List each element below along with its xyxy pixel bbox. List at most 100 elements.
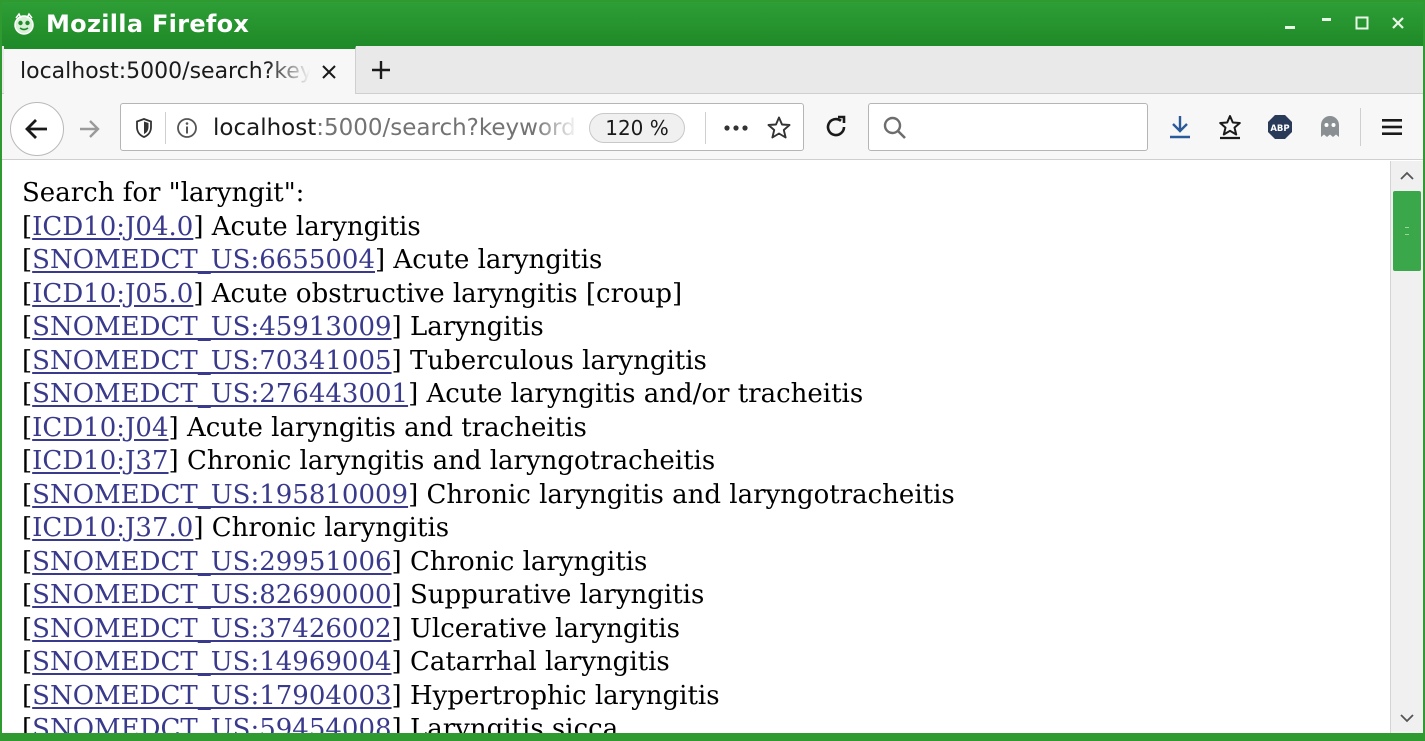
bracket-close: ] [391,345,410,376]
download-icon[interactable] [1164,111,1196,143]
result-label: Acute laryngitis [211,211,421,242]
search-bar[interactable] [868,103,1148,151]
result-label: Tuberculous laryngitis [409,345,707,376]
hamburger-menu-icon[interactable] [1376,111,1408,143]
bracket-open: [ [22,479,33,510]
result-row: [SNOMEDCT_US:59454008] Laryngitis sicca [22,713,1382,733]
result-label: Chronic laryngitis [409,546,648,577]
bracket-open: [ [22,680,33,711]
bracket-open: [ [22,412,33,443]
url-path: :5000/search?keyword=laryngit [316,115,579,141]
result-row: [SNOMEDCT_US:82690000] Suppurative laryn… [22,579,1382,613]
library-star-icon[interactable] [1214,111,1246,143]
scrollbar-grip [1405,227,1409,235]
result-code-link[interactable]: SNOMEDCT_US:82690000 [32,580,391,610]
scroll-down-arrow-icon[interactable] [1391,703,1423,733]
result-code-link[interactable]: ICD10:J37 [32,446,168,476]
minimize-icon[interactable] [1277,8,1303,38]
url-divider [705,112,706,144]
result-label: Suppurative laryngitis [409,580,705,610]
result-row: [SNOMEDCT_US:29951006] Chronic laryngiti… [22,546,1382,580]
url-text[interactable]: localhost:5000/search?keyword=laryngit [213,113,579,143]
back-arrow-icon [25,119,47,139]
new-tab-icon[interactable] [366,55,396,85]
firefox-icon [10,10,38,38]
url-divider [165,112,166,144]
navigation-toolbar: localhost:5000/search?keyword=laryngit 1… [2,94,1423,160]
tab-active[interactable]: localhost:5000/search?keyword=laryngit [4,46,356,94]
vertical-scrollbar[interactable] [1390,161,1423,733]
ghostery-icon[interactable] [1314,111,1346,143]
result-label: Hypertrophic laryngitis [409,680,720,711]
bracket-open: [ [22,345,33,376]
bracket-open: [ [22,211,33,242]
bookmark-star-icon[interactable] [765,114,793,142]
result-row: [SNOMEDCT_US:37426002] Ulcerative laryng… [22,613,1382,647]
result-code-link[interactable]: SNOMEDCT_US:6655004 [32,245,375,275]
search-results: Search for "laryngit": [ICD10:J04.0] Acu… [22,177,1382,733]
scroll-up-arrow-icon[interactable] [1391,161,1423,191]
result-row: [SNOMEDCT_US:195810009] Chronic laryngit… [22,479,1382,513]
result-code-link[interactable]: SNOMEDCT_US:59454008 [32,714,391,733]
result-row: [SNOMEDCT_US:6655004] Acute laryngitis [22,244,1382,278]
bracket-close: ] [193,513,212,543]
result-code-link[interactable]: SNOMEDCT_US:70341005 [32,346,391,376]
bracket-open: [ [22,278,33,309]
result-code-link[interactable]: SNOMEDCT_US:37426002 [32,614,391,644]
result-code-link[interactable]: SNOMEDCT_US:14969004 [32,647,391,677]
title-bar: Mozilla Firefox [2,2,1423,46]
adblock-plus-icon[interactable]: ABP [1264,111,1296,143]
result-code-link[interactable]: SNOMEDCT_US:276443001 [32,379,408,409]
result-label: Acute laryngitis and tracheitis [186,412,587,443]
zoom-level-button[interactable]: 120 % [589,113,685,143]
back-button[interactable] [10,102,64,156]
url-bar[interactable]: localhost:5000/search?keyword=laryngit 1… [120,103,804,151]
bracket-open: [ [22,714,33,733]
result-code-link[interactable]: ICD10:J05.0 [32,279,193,309]
tab-close-icon[interactable] [317,60,341,84]
bracket-open: [ [22,580,33,610]
result-label: Chronic laryngitis and laryngotracheitis [426,479,955,510]
result-row: [ICD10:J37] Chronic laryngitis and laryn… [22,445,1382,479]
result-code-link[interactable]: SNOMEDCT_US:17904003 [32,681,391,711]
maximize-icon[interactable] [1349,8,1375,38]
result-label: Laryngitis sicca [409,714,619,733]
bracket-open: [ [22,513,33,543]
bracket-close: ] [408,379,427,409]
restore-icon[interactable] [1313,8,1339,38]
bracket-close: ] [408,479,427,510]
window-controls [1277,8,1411,38]
browser-window: Mozilla Firefox localhost:5000/search?ke… [0,0,1425,741]
tab-strip: localhost:5000/search?keyword=laryngit [2,46,1423,94]
toolbar-divider [1360,108,1361,146]
result-code-link[interactable]: SNOMEDCT_US:29951006 [32,547,391,577]
scrollbar-thumb[interactable] [1393,191,1421,271]
result-row: [SNOMEDCT_US:45913009] Laryngitis [22,311,1382,345]
reload-icon[interactable] [820,111,852,143]
result-label: Acute laryngitis [393,245,603,275]
bracket-open: [ [22,446,33,476]
result-row: [ICD10:J05.0] Acute obstructive laryngit… [22,278,1382,312]
page-actions-icon[interactable] [721,115,751,141]
result-label: Ulcerative laryngitis [409,613,680,644]
search-input[interactable] [917,112,1137,142]
result-code-link[interactable]: ICD10:J04 [32,413,168,443]
bracket-open: [ [22,312,33,342]
forward-arrow-icon[interactable] [72,111,108,147]
result-code-link[interactable]: ICD10:J04.0 [32,212,193,242]
result-label: Chronic laryngitis [211,513,450,543]
result-label: Acute laryngitis and/or tracheitis [426,379,864,409]
result-code-link[interactable]: SNOMEDCT_US:195810009 [32,480,408,510]
shield-icon[interactable] [133,116,155,140]
bracket-close: ] [391,312,410,342]
result-label: Chronic laryngitis and laryngotracheitis [186,446,716,476]
result-code-link[interactable]: SNOMEDCT_US:45913009 [32,312,391,342]
bracket-open: [ [22,647,33,677]
result-row: [SNOMEDCT_US:14969004] Catarrhal laryngi… [22,646,1382,680]
info-icon[interactable] [175,116,199,140]
close-icon[interactable] [1385,8,1411,38]
window-bottom-border [2,733,1423,739]
search-icon [881,114,909,142]
bracket-close: ] [391,613,410,644]
result-code-link[interactable]: ICD10:J37.0 [32,513,193,543]
